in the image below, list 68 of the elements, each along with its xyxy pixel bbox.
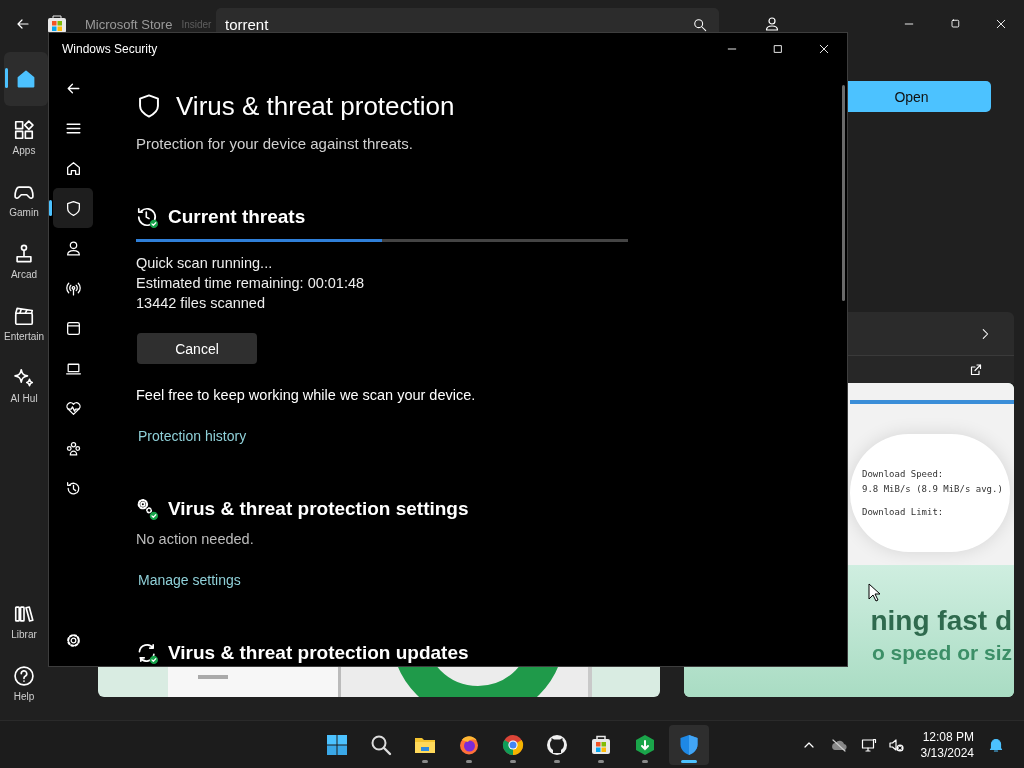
- status-text: Estimated time remaining: 00:01:48: [136, 274, 366, 293]
- family-icon: [64, 439, 82, 457]
- app-title: Microsoft Store: [85, 16, 173, 32]
- section-title: Virus & threat protection settings: [168, 498, 469, 520]
- nav-item[interactable]: Arcad: [0, 230, 48, 292]
- sparkle-icon: [13, 366, 35, 389]
- screenshot-text: 9.8 MiB/s (8.9 MiB/s avg.): [862, 483, 1003, 495]
- app-window-icon: [64, 319, 82, 337]
- shield-icon: [136, 93, 162, 119]
- search-field[interactable]: torrent: [216, 8, 719, 32]
- home-icon: [15, 68, 37, 90]
- promo-headline: ning fast d: [870, 605, 1013, 637]
- person-icon: [764, 16, 780, 32]
- gears-status-icon: [136, 498, 158, 520]
- info-text: Feel free to keep working while we scan your device.: [136, 386, 477, 405]
- link[interactable]: Manage settings: [138, 570, 241, 590]
- torrent-client-icon: [633, 732, 657, 757]
- nav-item[interactable]: Help: [0, 652, 48, 714]
- promo-subline: o speed or siz: [871, 641, 1013, 665]
- cursor-icon: [868, 583, 881, 602]
- screenshot-text: Download Limit:: [862, 506, 944, 518]
- selection-indicator: [49, 200, 52, 216]
- close-icon: [995, 18, 1007, 30]
- status-text: No action needed.: [136, 530, 255, 549]
- shield-icon: [64, 199, 82, 217]
- section-title: Current threats: [168, 206, 306, 228]
- apps-icon: [13, 118, 35, 141]
- joystick-icon: [13, 242, 35, 265]
- maximize-icon: [772, 43, 784, 55]
- heart-pulse-icon: [64, 399, 82, 417]
- open-button[interactable]: Open: [848, 81, 991, 112]
- insider-label: Insider: [181, 18, 212, 30]
- section-title: Virus & threat protection updates: [168, 642, 469, 664]
- refresh-status-icon: [136, 642, 158, 664]
- screenshot-text: Download Speed:: [862, 468, 944, 480]
- taskbar-button[interactable]: [669, 724, 709, 765]
- status-text: Quick scan running...: [136, 254, 274, 273]
- page-subtitle: Protection for your device against threats.: [136, 134, 414, 154]
- link[interactable]: Protection history: [138, 426, 247, 446]
- nav-item[interactable]: Apps: [0, 106, 48, 168]
- bell-icon: [988, 736, 1004, 753]
- selection-indicator: [5, 68, 8, 88]
- history-icon: [64, 479, 82, 497]
- home-icon: [64, 159, 82, 177]
- close-icon: [818, 43, 830, 55]
- nav-button[interactable]: [4, 52, 48, 106]
- help-icon: [13, 664, 35, 687]
- search-icon: [693, 17, 707, 32]
- nav-item[interactable]: Entertain: [0, 292, 48, 354]
- github-icon: [545, 732, 569, 757]
- nav-item[interactable]: AI Hul: [0, 354, 48, 416]
- clock[interactable]: 12:08 PM 3/13/2024: [920, 728, 974, 761]
- cancel-button[interactable]: Cancel: [137, 333, 257, 364]
- person-icon: [64, 239, 82, 257]
- nav-item[interactable]: Librar: [0, 590, 48, 652]
- page-title: Virus & threat protection: [176, 90, 455, 122]
- scan-status-icon: [136, 206, 158, 228]
- settings-icon: [64, 631, 82, 649]
- chrome-icon: [501, 732, 525, 757]
- nav-item[interactable]: Gamin: [0, 168, 48, 230]
- maximize-icon: [949, 18, 961, 30]
- share-icon: [968, 361, 984, 378]
- share-button[interactable]: [968, 361, 984, 378]
- scrollbar[interactable]: [842, 85, 845, 301]
- status-text: 13442 files scanned: [136, 294, 266, 313]
- windows-icon: [325, 732, 349, 757]
- window-title: Windows Security: [62, 42, 158, 56]
- monitor-icon: [860, 736, 877, 753]
